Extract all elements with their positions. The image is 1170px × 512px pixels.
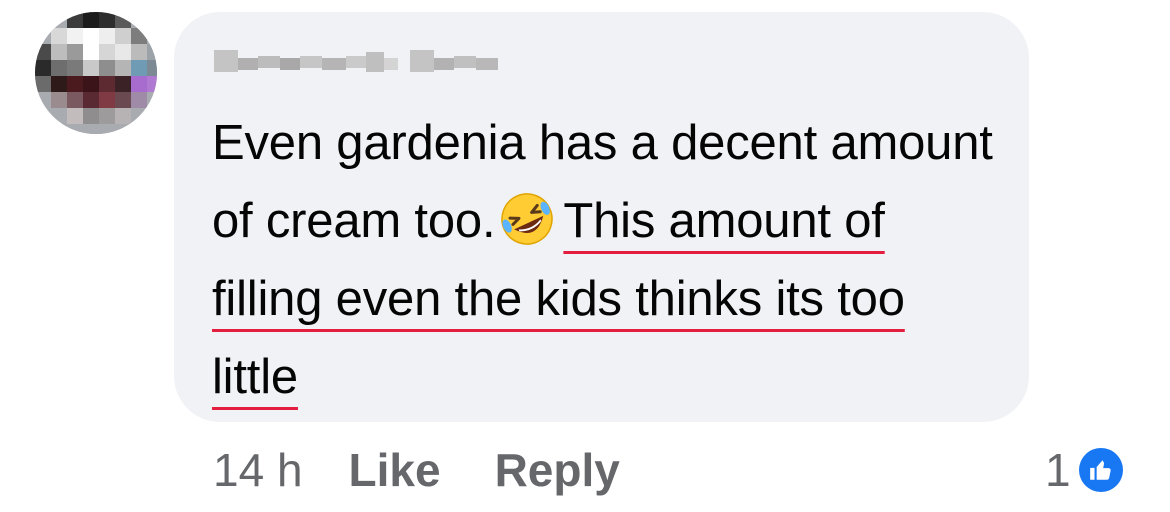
- reaction-summary[interactable]: 1: [1045, 440, 1127, 500]
- like-reaction-badge: [1074, 444, 1127, 496]
- avatar[interactable]: [35, 12, 157, 134]
- comment-actions: 14 h Like Reply: [213, 440, 620, 500]
- like-icon: [1078, 448, 1123, 492]
- rolling-on-the-floor-laughing-emoji: [499, 191, 555, 247]
- reply-button[interactable]: Reply: [495, 440, 620, 500]
- author-name[interactable]: [214, 44, 500, 78]
- comment-text: Even gardenia has a decent amount of cre…: [212, 104, 1002, 416]
- reaction-count: 1: [1045, 444, 1071, 496]
- like-button[interactable]: Like: [349, 440, 441, 500]
- timestamp[interactable]: 14 h: [213, 440, 303, 500]
